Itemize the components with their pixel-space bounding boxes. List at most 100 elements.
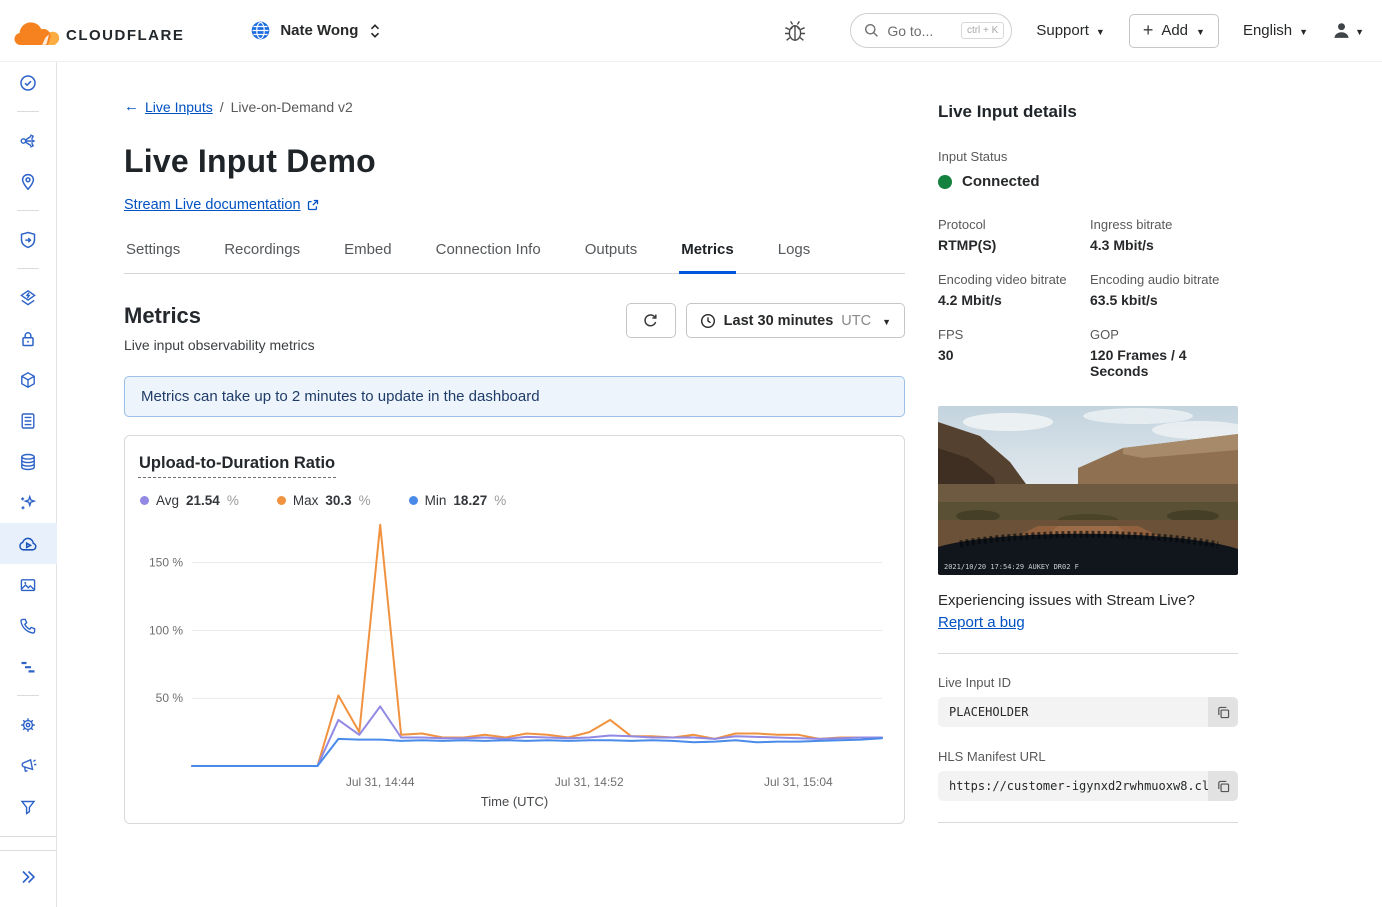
search-icon	[864, 23, 879, 38]
metrics-heading: Metrics	[124, 303, 315, 329]
tab-logs[interactable]: Logs	[776, 241, 813, 274]
sidebar-item-analytics[interactable]	[0, 646, 57, 687]
expand-sidebar-button[interactable]	[0, 856, 57, 897]
input-status-label: Input Status	[938, 149, 1238, 164]
cloudflare-logo[interactable]: CLOUDFLARE	[14, 14, 184, 47]
tab-embed[interactable]: Embed	[342, 241, 394, 274]
breadcrumb-separator: /	[220, 99, 224, 115]
tab-recordings[interactable]: Recordings	[222, 241, 302, 274]
page-title: Live Input Demo	[124, 143, 905, 180]
sidebar-item-locations[interactable]	[0, 161, 57, 202]
add-button[interactable]: + Add ▼	[1129, 14, 1219, 48]
tab-connection-info[interactable]: Connection Info	[434, 241, 543, 274]
language-menu[interactable]: English ▼	[1243, 22, 1308, 39]
refresh-icon	[642, 312, 659, 329]
tab-settings[interactable]: Settings	[124, 241, 182, 274]
sidebar-item-security[interactable]	[0, 219, 57, 260]
status-green-dot-icon	[938, 175, 952, 189]
search-placeholder: Go to...	[887, 23, 953, 39]
breadcrumb-back-link[interactable]: ← Live Inputs	[124, 98, 213, 115]
search-shortcut-badge: ctrl + K	[961, 22, 1004, 39]
details-heading: Live Input details	[938, 102, 1238, 122]
copy-hls-url-button[interactable]	[1208, 771, 1238, 801]
max-legend-dot	[277, 496, 286, 505]
sidebar-item-filter[interactable]	[0, 786, 57, 827]
sidebar-item-settings[interactable]	[0, 704, 57, 745]
user-menu[interactable]: ▼	[1332, 21, 1364, 40]
live-input-details-panel: Live Input details Input Status Connecte…	[938, 98, 1238, 907]
cloudflare-logo-text: CLOUDFLARE	[66, 27, 184, 47]
fps-value: 30	[938, 347, 1090, 363]
avg-legend-dot	[140, 496, 149, 505]
sidebar-item-network[interactable]	[0, 120, 57, 161]
sidebar-item-workers[interactable]	[0, 359, 57, 400]
svg-text:100 %: 100 %	[149, 623, 183, 637]
protocol-value: RTMP(S)	[938, 237, 1090, 253]
updown-chevron-icon	[367, 22, 383, 40]
chevron-down-icon: ▼	[1355, 27, 1364, 37]
chart-x-axis-label: Time (UTC)	[138, 794, 891, 809]
tab-bar: Settings Recordings Embed Connection Inf…	[124, 241, 905, 274]
account-name: Nate Wong	[280, 22, 358, 39]
sidebar-item-performance[interactable]	[0, 277, 57, 318]
chevron-down-icon: ▼	[1196, 27, 1205, 37]
left-sidebar	[0, 62, 57, 907]
copy-icon	[1216, 705, 1231, 720]
top-header: CLOUDFLARE Nate Wong	[0, 0, 1382, 62]
details-grid: ProtocolRTMP(S) Ingress bitrate4.3 Mbit/…	[938, 217, 1238, 379]
support-menu[interactable]: Support ▼	[1036, 22, 1104, 39]
tab-metrics[interactable]: Metrics	[679, 241, 736, 274]
tab-outputs[interactable]: Outputs	[583, 241, 640, 274]
global-search[interactable]: Go to... ctrl + K	[850, 13, 1012, 48]
sidebar-item-calls[interactable]	[0, 605, 57, 646]
sidebar-item-history[interactable]	[0, 62, 57, 103]
stream-preview-thumbnail: 2021/10/20 17:54:29 AUKEY DR02 F	[938, 406, 1238, 575]
sidebar-item-storage[interactable]	[0, 400, 57, 441]
refresh-button[interactable]	[626, 303, 676, 338]
hls-manifest-url-label: HLS Manifest URL	[938, 749, 1238, 764]
copy-live-input-id-button[interactable]	[1208, 697, 1238, 727]
sidebar-item-database[interactable]	[0, 441, 57, 482]
status-value: Connected	[962, 173, 1040, 190]
chart-title: Upload-to-Duration Ratio	[138, 454, 336, 478]
metrics-info-banner: Metrics can take up to 2 minutes to upda…	[124, 376, 905, 417]
time-range-selector[interactable]: Last 30 minutes UTC ▼	[686, 303, 905, 338]
legend-item-max: Max 30.3 %	[277, 493, 371, 508]
debug-bug-icon[interactable]	[782, 17, 808, 45]
sidebar-item-megaphone[interactable]	[0, 745, 57, 786]
svg-text:150 %: 150 %	[149, 556, 183, 570]
hls-manifest-url-field: https://customer-igynxd2rwhmuoxw8.cloudf	[938, 771, 1238, 801]
chevron-down-icon: ▼	[1299, 27, 1308, 37]
sidebar-item-ssl-lock[interactable]	[0, 318, 57, 359]
video-timestamp-overlay: 2021/10/20 17:54:29 AUKEY DR02 F	[944, 563, 1079, 571]
clock-icon	[700, 313, 716, 329]
sidebar-divider	[0, 260, 57, 277]
live-input-id-label: Live Input ID	[938, 675, 1238, 690]
sidebar-item-stream[interactable]	[0, 523, 57, 564]
sidebar-divider	[0, 836, 57, 837]
sidebar-item-images[interactable]	[0, 564, 57, 605]
ingress-bitrate-value: 4.3 Mbit/s	[1090, 237, 1238, 253]
live-input-id-field: PLACEHOLDER	[938, 697, 1238, 727]
breadcrumb: ← Live Inputs / Live-on-Demand v2	[124, 98, 905, 115]
hls-manifest-url-value: https://customer-igynxd2rwhmuoxw8.cloudf	[938, 771, 1208, 801]
min-legend-dot	[409, 496, 418, 505]
account-switcher[interactable]: Nate Wong	[250, 20, 383, 41]
sidebar-item-ai[interactable]	[0, 482, 57, 523]
sidebar-divider	[0, 687, 57, 704]
report-bug-link[interactable]: Report a bug	[938, 614, 1025, 631]
svg-text:Jul 31, 15:04: Jul 31, 15:04	[764, 775, 833, 789]
user-icon	[1332, 21, 1351, 40]
plus-icon: +	[1143, 20, 1154, 41]
rail-divider	[938, 653, 1238, 654]
globe-icon	[250, 20, 271, 41]
metrics-subheading: Live input observability metrics	[124, 337, 315, 353]
legend-item-avg: Avg 21.54 %	[140, 493, 239, 508]
svg-text:Jul 31, 14:52: Jul 31, 14:52	[555, 775, 624, 789]
svg-text:50 %: 50 %	[156, 691, 184, 705]
stream-docs-link[interactable]: Stream Live documentation	[124, 197, 319, 213]
double-chevron-right-icon	[17, 866, 39, 888]
input-status: Connected	[938, 173, 1238, 190]
chart-card: Upload-to-Duration Ratio Avg 21.54 % Max…	[124, 435, 905, 824]
cloudflare-cloud-icon	[14, 14, 64, 47]
